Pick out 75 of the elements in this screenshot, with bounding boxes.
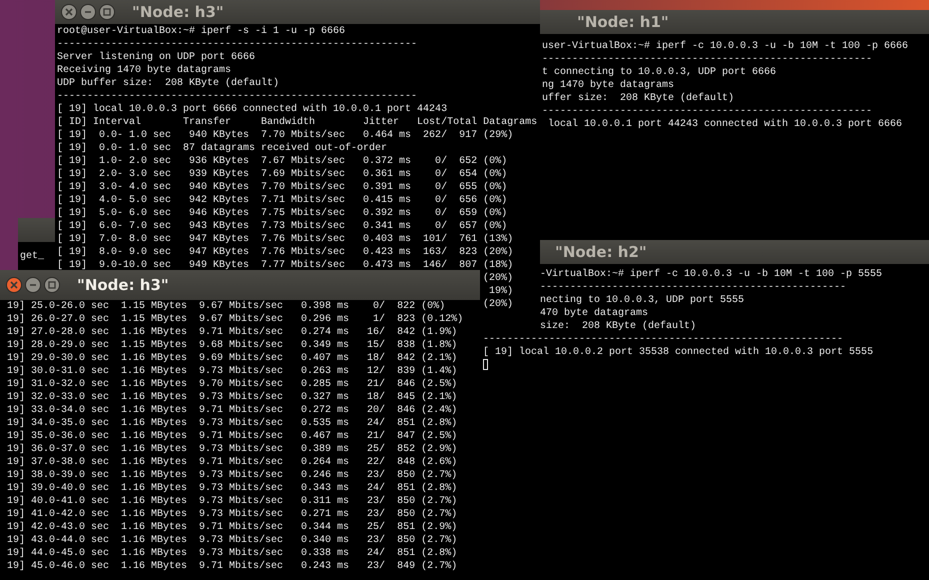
terminal-line: ------------------------------------------------------- [542,105,872,118]
maximize-button[interactable] [44,277,60,293]
minimize-icon [29,281,37,289]
minimize-button[interactable] [80,4,96,20]
terminal-line: [ 19] 1.0- 2.0 sec 936 KBytes 7.67 Mbits/sec 0.372 ms 0/ 652 (0%) [57,155,508,168]
terminal-line: 19] 43.0-44.0 sec 1.16 MBytes 9.73 Mbits/sec 0.340 ms 23/ 850 (2.7%) [7,534,458,547]
terminal-line: user-VirtualBox:~# iperf -c 10.0.0.3 -u -b 10M -t 100 -p 6666 [542,40,908,53]
terminal-line: necting to 10.0.0.3, UDP port 5555 [540,294,744,307]
terminal-line: 19] 41.0-42.0 sec 1.16 MBytes 9.73 Mbits/sec 0.271 ms 23/ 850 (2.7%) [7,508,458,521]
close-icon [65,8,73,16]
terminal-line: root@user-VirtualBox:~# iperf -s -i 1 -u -p 6666 [57,25,346,38]
terminal-line: [ 19] 3.0- 4.0 sec 940 KBytes 7.70 Mbits/sec 0.391 ms 0/ 655 (0%) [57,181,508,194]
terminal-line: (20%) [483,272,514,285]
terminal-line: ------------------------------------------------------------ [57,38,418,51]
terminal-line: [ 19] local 10.0.0.3 port 6666 connected with 10.0.0.1 port 44243 [57,103,448,116]
terminal-line: 19] 28.0-29.0 sec 1.15 MBytes 9.68 Mbits/sec 0.349 ms 15/ 838 (1.8%) [7,339,458,352]
terminal-line: 19] 35.0-36.0 sec 1.16 MBytes 9.71 Mbits/sec 0.467 ms 21/ 847 (2.5%) [7,430,458,443]
terminal-line: uffer size: 208 KByte (default) [542,92,734,105]
terminal-line: [ 19] 4.0- 5.0 sec 942 KBytes 7.71 Mbits/sec 0.415 ms 0/ 656 (0%) [57,194,508,207]
terminal-line: 19] 30.0-31.0 sec 1.16 MBytes 9.73 Mbits/sec 0.263 ms 12/ 839 (1.4%) [7,365,458,378]
terminal-line: 19] 37.0-38.0 sec 1.16 MBytes 9.71 Mbits/sec 0.264 ms 22/ 848 (2.6%) [7,456,458,469]
terminal-line: UDP buffer size: 208 KByte (default) [57,77,280,90]
terminal-line: 19] 36.0-37.0 sec 1.16 MBytes 9.73 Mbits/sec 0.389 ms 25/ 852 (2.9%) [7,443,458,456]
maximize-icon [103,8,111,16]
terminal-line: [ 19] 2.0- 3.0 sec 939 KBytes 7.69 Mbits/sec 0.361 ms 0/ 654 (0%) [57,168,508,181]
terminal-line: [ 19] 7.0- 8.0 sec 947 KBytes 7.76 Mbits/sec 0.403 ms 101/ 761 (13%) [57,233,514,246]
terminal-line: 19] 31.0-32.0 sec 1.16 MBytes 9.70 Mbits/sec 0.285 ms 21/ 846 (2.5%) [7,378,458,391]
close-button[interactable] [61,4,77,20]
terminal-line: [ 19] 0.0- 1.0 sec 940 KBytes 7.70 Mbits/sec 0.464 ms 262/ 917 (29%) [57,129,514,142]
terminal-line: 19] 29.0-30.0 sec 1.16 MBytes 9.69 Mbits/sec 0.407 ms 18/ 842 (2.1%) [7,352,458,365]
text-cursor [483,359,488,370]
minimize-button[interactable] [25,277,41,293]
close-icon [10,281,18,289]
terminal-line: 19] 32.0-33.0 sec 1.16 MBytes 9.73 Mbits/sec 0.327 ms 18/ 845 (2.1%) [7,391,458,404]
terminal-line: 19] 33.0-34.0 sec 1.16 MBytes 9.71 Mbits/sec 0.272 ms 20/ 846 (2.4%) [7,404,458,417]
terminal-line: 19] 39.0-40.0 sec 1.16 MBytes 9.73 Mbits/sec 0.343 ms 24/ 851 (2.8%) [7,482,458,495]
terminal-line: [ ID] Interval Transfer Bandwidth Jitter Lost/Total Datagrams [57,116,538,129]
terminal-line: 19] 44.0-45.0 sec 1.16 MBytes 9.73 Mbits/sec 0.338 ms 24/ 851 (2.8%) [7,547,458,560]
terminal-line: size: 208 KByte (default) [540,320,696,333]
terminal-line: 19] 27.0-28.0 sec 1.16 MBytes 9.71 Mbits/sec 0.274 ms 16/ 842 (1.9%) [7,326,458,339]
terminal-line: (20%) [483,298,514,311]
terminal-line: [ 19] 6.0- 7.0 sec 943 KBytes 7.73 Mbits/sec 0.341 ms 0/ 657 (0%) [57,220,508,233]
terminal-line: [ 19] 9.0-10.0 sec 949 KBytes 7.77 Mbits/sec 0.473 ms 146/ 807 (18%) [57,259,514,272]
terminal-line: 19%) [489,285,514,298]
terminal-line: 470 byte datagrams [540,307,648,320]
terminal-line: -VirtualBox:~# iperf -c 10.0.0.3 -u -b 10M -t 100 -p 5555 [540,268,882,281]
terminal-line: [ 19] 5.0- 6.0 sec 946 KBytes 7.75 Mbits/sec 0.392 ms 0/ 659 (0%) [57,207,508,220]
terminal-line: get_ [20,250,44,263]
close-button[interactable] [6,277,22,293]
terminal-line: Receiving 1470 byte datagrams [57,64,232,77]
terminal-line: [ 19] 8.0- 9.0 sec 947 KBytes 7.76 Mbits/sec 0.423 ms 163/ 823 (20%) [57,246,514,259]
terminal-line: 19] 34.0-35.0 sec 1.16 MBytes 9.73 Mbits/sec 0.535 ms 24/ 851 (2.8%) [7,417,458,430]
terminal-line: 19] 38.0-39.0 sec 1.16 MBytes 9.73 Mbits/sec 0.246 ms 23/ 850 (2.7%) [7,469,458,482]
terminal-line: local 10.0.0.1 port 44243 connected with 10.0.0.3 port 6666 [547,118,902,131]
window-title: "Node: h1" [577,13,669,31]
terminal-line: [ 19] local 10.0.0.2 port 35538 connected with 10.0.0.3 port 5555 [483,346,874,359]
terminal-line: t connecting to 10.0.0.3, UDP port 6666 [542,66,776,79]
terminal-line: 19] 45.0-46.0 sec 1.16 MBytes 9.71 Mbits/sec 0.243 ms 23/ 849 (2.7%) [7,560,458,573]
terminal-line: [ 19] 0.0- 1.0 sec 87 datagrams received out-of-order [57,142,388,155]
window-title: "Node: h3" [132,3,224,21]
terminal-line: 19] 26.0-27.0 sec 1.15 MBytes 9.67 Mbits/sec 0.296 ms 1/ 823 (0.12%) [7,313,464,326]
terminal-line: 19] 42.0-43.0 sec 1.16 MBytes 9.71 Mbits/sec 0.344 ms 25/ 851 (2.9%) [7,521,458,534]
maximize-icon [48,281,56,289]
terminal-line: 19] 25.0-26.0 sec 1.15 MBytes 9.67 Mbits/sec 0.398 ms 0/ 822 (0%) [7,300,446,313]
window-title: "Node: h2" [555,243,647,261]
minimize-icon [84,8,92,16]
window-title: "Node: h3" [77,276,169,294]
terminal-line: Server listening on UDP port 6666 [57,51,256,64]
terminal-line: ------------------------------------------------------- [542,53,872,66]
terminal-line: ng 1470 byte datagrams [542,79,674,92]
terminal-line: --------------------------------------------------- [540,281,846,294]
terminal-line: 19] 40.0-41.0 sec 1.16 MBytes 9.73 Mbits/sec 0.311 ms 23/ 850 (2.7%) [7,495,458,508]
maximize-button[interactable] [99,4,115,20]
terminal-line: ------------------------------------------------------------ [483,333,844,346]
terminal-line: ------------------------------------------------------------ [57,90,418,103]
